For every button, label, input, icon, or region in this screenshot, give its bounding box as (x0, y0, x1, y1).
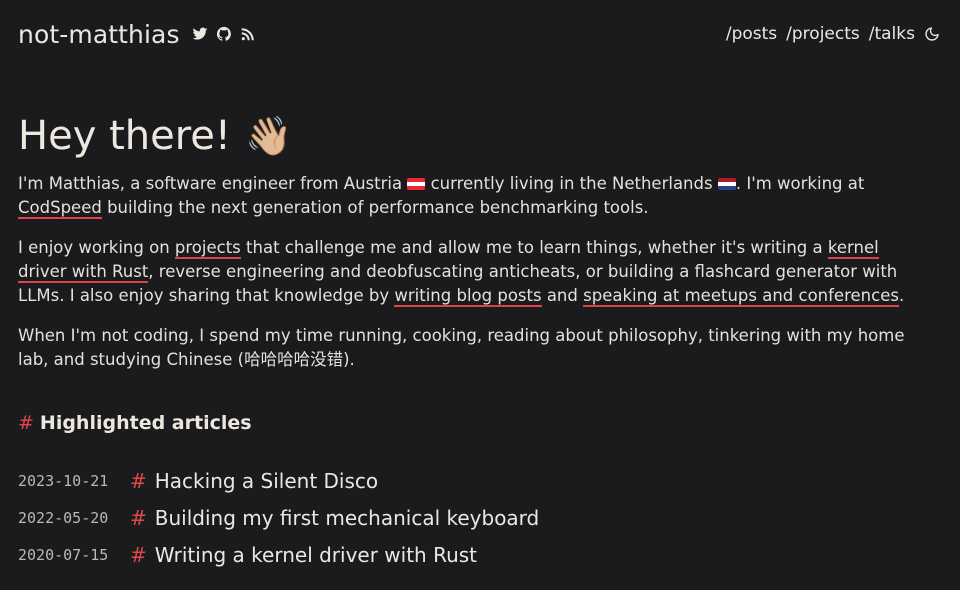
waving-hand-icon: 👋🏼 (244, 114, 293, 158)
text-segment: . (898, 286, 905, 305)
article-link[interactable]: Hacking a Silent Disco (155, 469, 378, 493)
text-segment: . I'm working at (735, 174, 865, 193)
moon-icon[interactable] (924, 26, 940, 42)
highlighted-articles-title: Highlighted articles (39, 412, 252, 434)
text-segment: currently living in the Netherlands (425, 174, 718, 193)
main-content: Hey there! 👋🏼 I'm Matthias, a software e… (18, 108, 928, 573)
site-title-link[interactable]: not-matthias (18, 20, 180, 49)
intro-heading: Hey there! 👋🏼 (18, 108, 928, 164)
austria-flag-icon (407, 178, 426, 190)
text-segment: that challenge me and allow me to learn … (240, 238, 828, 257)
highlighted-articles-heading: # Highlighted articles (18, 412, 928, 434)
github-icon[interactable] (216, 26, 232, 42)
article-date: 2023-10-21 (18, 471, 109, 490)
list-item: 2022-05-20 # Building my first mechanica… (18, 499, 928, 536)
text-segment: I'm Matthias, a software engineer from A… (18, 174, 408, 193)
intro-paragraph-3: When I'm not coding, I spend my time run… (18, 326, 905, 369)
codspeed-link[interactable]: CodSpeed (18, 198, 102, 219)
article-link[interactable]: Writing a kernel driver with Rust (155, 543, 477, 567)
heading-hash: # (18, 412, 34, 434)
text-segment: and (541, 286, 584, 305)
site-header: not-matthias /posts /projects /talks (18, 16, 940, 52)
article-link[interactable]: Building my first mechanical keyboard (155, 506, 539, 530)
article-list: 2023-10-21 # Hacking a Silent Disco 2022… (18, 462, 928, 573)
article-date: 2020-07-15 (18, 545, 109, 564)
article-hash: # (130, 468, 147, 493)
article-hash: # (130, 542, 147, 567)
projects-link[interactable]: projects (174, 238, 241, 259)
text-segment: I enjoy working on (18, 238, 175, 257)
intro-paragraph-1: I'm Matthias, a software engineer from A… (18, 172, 928, 220)
text-segment: building the next generation of performa… (101, 198, 649, 217)
nav-talks-link[interactable]: /talks (869, 24, 915, 44)
nav-posts-link[interactable]: /posts (726, 24, 777, 44)
rss-icon[interactable] (240, 26, 256, 42)
brand: not-matthias (18, 20, 264, 49)
list-item: 2020-07-15 # Writing a kernel driver wit… (18, 536, 928, 573)
main-nav: /posts /projects /talks (717, 24, 940, 44)
intro-heading-text: Hey there! (18, 113, 231, 159)
netherlands-flag-icon (717, 178, 736, 190)
twitter-icon[interactable] (192, 26, 208, 42)
article-hash: # (130, 505, 147, 530)
talks-link[interactable]: speaking at meetups and conferences (583, 286, 899, 307)
blog-posts-link[interactable]: writing blog posts (394, 286, 542, 307)
article-date: 2022-05-20 (18, 508, 109, 527)
intro-paragraph-2: I enjoy working on projects that challen… (18, 236, 928, 308)
list-item: 2023-10-21 # Hacking a Silent Disco (18, 462, 928, 499)
nav-projects-link[interactable]: /projects (786, 24, 860, 44)
social-links (192, 26, 264, 42)
